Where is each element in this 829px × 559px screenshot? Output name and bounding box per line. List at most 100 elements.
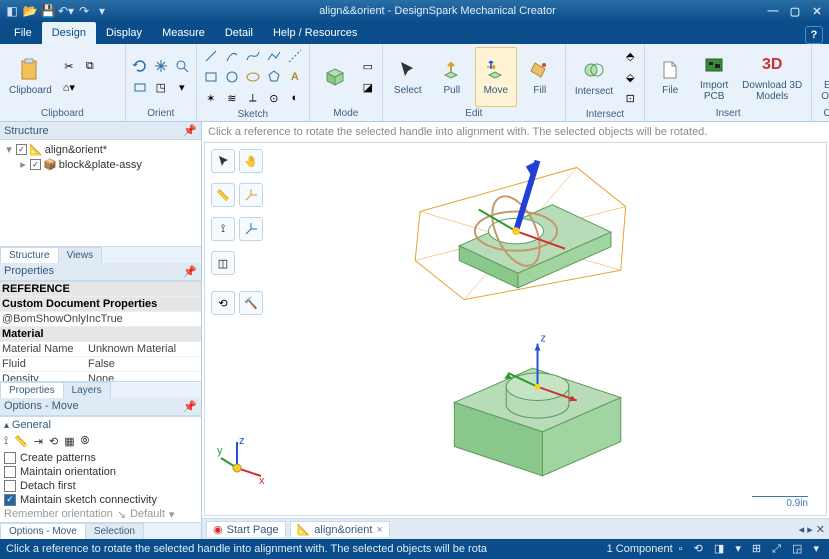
property-row[interactable]: REFERENCE [0,282,201,297]
ellipse-icon[interactable] [243,67,263,87]
tab-help[interactable]: Help / Resources [263,22,367,44]
tab-design[interactable]: Design [42,22,96,44]
polyline-icon[interactable] [264,46,284,66]
trim-icon[interactable]: ✶ [201,88,221,108]
planview-icon[interactable] [130,77,150,97]
redo-icon[interactable]: ↷ [76,3,92,19]
property-row[interactable]: DensityNone [0,372,201,381]
canvas-area: Click a reference to rotate the selected… [202,122,829,539]
move-button[interactable]: Move [475,47,517,107]
orient-misc2-icon[interactable]: ▾ [172,77,192,97]
tab-properties[interactable]: Properties [0,382,64,398]
split-icon[interactable]: ⬘ [620,46,640,66]
splitbody-icon[interactable]: ⬙ [620,67,640,87]
tab-layers[interactable]: Layers [63,382,111,398]
arrow-icon: ↘ [117,508,126,521]
pattern-icon: ⦾ [81,435,90,448]
offset-icon[interactable]: ≋ [222,88,242,108]
status-icons[interactable]: ▫ ⟲ ◨ ▾ ⊞ ⤢ ◲ ▾ [679,542,823,556]
project2-icon[interactable]: ⊡ [620,88,640,108]
tab-start-page[interactable]: ◉Start Page [206,521,286,537]
circle-icon[interactable] [222,67,242,87]
tab-structure[interactable]: Structure [0,247,59,263]
tool-ruler-icon[interactable]: 📏 [211,183,235,207]
tool-select-icon[interactable] [211,149,235,173]
tool-upto-icon[interactable]: 🤚 [239,149,263,173]
mode-sketch-icon[interactable]: ▭ [358,56,378,76]
undo-icon[interactable]: ↶▾ [58,3,74,19]
copy-icon[interactable]: ⧉ [80,56,100,76]
property-row[interactable]: Custom Document Properties [0,297,201,312]
save-icon[interactable]: 💾 [40,3,56,19]
tab-display[interactable]: Display [96,22,152,44]
tool-orient-icon[interactable]: ⟲ [211,291,235,315]
structure-tree[interactable]: ▾✓📐align&orient* ▸✓📦block&plate-assy [0,140,201,246]
select-button[interactable]: Select [387,47,429,107]
group-insert: File Import PCB 3DDownload 3D Models Ins… [645,44,812,121]
pin-icon[interactable]: 📌 [183,265,197,278]
property-row[interactable]: Material [0,327,201,342]
tab-nav-icon[interactable]: ◂ ▸ ✕ [799,523,825,536]
view-triad[interactable]: zxy [215,436,265,489]
spin-icon[interactable] [130,56,150,76]
property-row[interactable]: @BomShowOnlyIncTrue [0,312,201,327]
close-tab-icon[interactable]: × [376,524,382,536]
tool-fulcrum-icon[interactable]: ◫ [211,251,235,275]
viewport[interactable]: 🤚 📏 ⟟ ◫ ⟲ 🔨 [204,142,827,516]
sketch-misc2-icon[interactable]: ◐ [285,88,305,108]
sketch-misc-icon[interactable]: ⊙ [264,88,284,108]
pin-icon[interactable]: 📌 [183,400,197,413]
tool-axes2-icon[interactable] [239,217,263,241]
spline-icon[interactable] [243,46,263,66]
project-icon[interactable]: ⟂ [243,88,263,108]
zoom-icon[interactable] [172,56,192,76]
tool-axes-icon[interactable] [239,183,263,207]
tab-selection[interactable]: Selection [85,523,144,539]
combine-button[interactable]: Intersect [570,47,618,107]
line-icon[interactable] [201,46,221,66]
maximize-button[interactable]: ▢ [787,3,803,19]
properties-grid[interactable]: REFERENCECustom Document Properties@BomS… [0,281,201,381]
pin-icon[interactable]: 📌 [183,124,197,137]
home-view-icon[interactable]: ⌂▾ [59,77,79,97]
options-icons[interactable]: ⟟📏⇥⟲▦⦾ [4,433,197,450]
tab-views[interactable]: Views [58,247,103,263]
tab-options-move[interactable]: Options - Move [0,523,86,539]
fill-button[interactable]: Fill [519,47,561,107]
opt-create-patterns[interactable]: Create patterns [4,452,197,464]
arc-icon[interactable] [222,46,242,66]
opt-maintain-orientation[interactable]: Maintain orientation [4,466,197,478]
file-button[interactable]: File [649,47,691,107]
download-3d-button[interactable]: 3DDownload 3D Models [737,47,807,107]
pan-icon[interactable] [151,56,171,76]
ruler-icon: 📏 [14,435,28,448]
minimize-button[interactable]: ― [765,3,781,19]
close-button[interactable]: ✕ [809,3,825,19]
grid-icon: ▦ [64,435,74,448]
import-pcb-button[interactable]: Import PCB [693,47,735,107]
qat-dropdown-icon[interactable]: ▾ [94,3,110,19]
property-row[interactable]: Material NameUnknown Material [0,342,201,357]
cut-icon[interactable]: ✂ [59,56,79,76]
opt-detach-first[interactable]: Detach first [4,480,197,492]
opt-maintain-sketch[interactable]: ✓Maintain sketch connectivity [4,494,197,506]
tab-document[interactable]: 📐align&orient× [290,521,390,537]
tab-measure[interactable]: Measure [152,22,215,44]
open-icon[interactable]: 📂 [22,3,38,19]
tab-file[interactable]: File [4,22,42,44]
export-button[interactable]: Export Options [816,47,829,107]
tool-anchor-icon[interactable]: ⟟ [211,217,235,241]
tab-detail[interactable]: Detail [215,22,263,44]
mode-section-icon[interactable]: ◪ [358,77,378,97]
paste-button[interactable]: Clipboard [4,47,57,107]
pull-button[interactable]: Pull [431,47,473,107]
orient-misc-icon[interactable]: ◳ [151,77,171,97]
rect-icon[interactable] [201,67,221,87]
help-icon[interactable]: ? [805,26,823,44]
construction-icon[interactable] [285,46,305,66]
mode-3d-button[interactable] [314,47,356,107]
property-row[interactable]: FluidFalse [0,357,201,372]
tool-plane-icon[interactable]: 🔨 [239,291,263,315]
polygon-icon[interactable] [264,67,284,87]
text-icon[interactable]: A [285,67,305,87]
